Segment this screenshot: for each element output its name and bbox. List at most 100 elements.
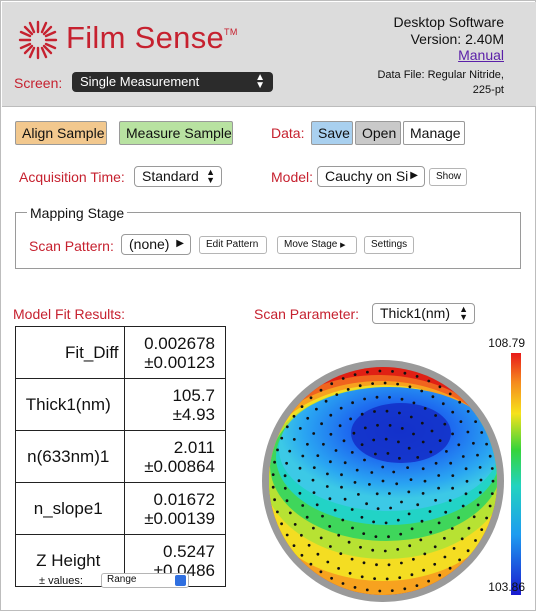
measurement-point [285, 533, 289, 537]
table-row: Fit_Diff 0.002678 ±0.00123 [14, 326, 226, 379]
measurement-point [288, 449, 292, 453]
measurement-point [374, 452, 377, 456]
measurement-point [461, 504, 465, 508]
measurement-point [429, 530, 433, 534]
result-name: Fit_Diff [14, 326, 126, 379]
measurement-point [312, 432, 316, 435]
measurement-point [448, 499, 452, 502]
measurement-point [387, 563, 391, 567]
measurement-point [384, 521, 388, 525]
measurement-point [283, 486, 287, 490]
measurement-point [340, 485, 343, 489]
measurement-point [416, 456, 420, 459]
measurement-point [363, 458, 366, 462]
measurement-point [343, 461, 347, 465]
measurement-point [420, 519, 424, 523]
model-select[interactable]: Cauchy on Si ▶ [317, 166, 425, 187]
result-name: n_slope1 [14, 482, 126, 535]
acquisition-time-select[interactable]: Standard ▲ ▼ [134, 166, 222, 187]
measurement-point [390, 589, 394, 592]
measurement-point [280, 436, 284, 440]
save-button[interactable]: Save [311, 121, 353, 145]
measurement-point [400, 397, 404, 401]
open-button[interactable]: Open [355, 121, 401, 145]
measurement-point [449, 461, 453, 465]
scan-parameter-select[interactable]: Thick1(nm) ▲ ▼ [372, 303, 475, 324]
measurement-point [283, 474, 287, 478]
measurement-point [474, 420, 477, 423]
measurement-point [273, 460, 276, 464]
measurement-point [480, 528, 484, 531]
measurement-point [400, 561, 403, 565]
pm-values-select[interactable]: Range [101, 573, 189, 588]
screen-select-value: Single Measurement [80, 74, 200, 89]
manage-button[interactable]: Manage [403, 121, 465, 145]
measurement-point [330, 382, 334, 386]
measurement-point [307, 543, 311, 547]
measurement-point [472, 441, 475, 445]
measurement-point [276, 510, 279, 514]
measurement-point [381, 479, 385, 483]
show-model-button[interactable]: Show [429, 168, 467, 186]
measurement-point [461, 455, 465, 458]
measurement-point [457, 516, 460, 520]
scan-parameter-value: Thick1(nm) [380, 305, 451, 321]
measurement-point [409, 478, 413, 481]
measurement-point [381, 465, 385, 469]
measurement-point [443, 555, 447, 559]
measurement-point [329, 545, 332, 548]
measurement-point [306, 416, 310, 420]
measurement-point [392, 470, 396, 474]
screen-label: Screen: [14, 75, 63, 91]
table-row: n_slope1 0.01672 ±0.00139 [14, 482, 226, 535]
measurement-point [474, 539, 477, 542]
measurement-point [319, 570, 323, 574]
colorbar-min-label: 103.86 [488, 580, 525, 594]
move-stage-button[interactable]: Move Stage ▶ [277, 236, 357, 254]
measurement-point [476, 453, 479, 457]
screen-select[interactable]: Single Measurement ▲ ▼ [72, 72, 273, 92]
brand-title: Film SenseTM [66, 20, 238, 55]
manual-link[interactable]: Manual [458, 47, 504, 63]
data-label: Data: [271, 125, 305, 141]
measurement-point [360, 515, 364, 519]
measurement-point [491, 479, 495, 483]
edit-pattern-button[interactable]: Edit Pattern [199, 236, 267, 254]
measurement-point [407, 446, 411, 450]
measurement-point [396, 382, 399, 386]
measurement-point [330, 576, 333, 580]
measurement-point [480, 431, 484, 434]
measurement-point [431, 395, 435, 399]
measurement-point [292, 544, 296, 547]
measure-sample-button[interactable]: Measure Sample [119, 121, 233, 145]
measurement-point [460, 537, 464, 541]
measurement-point [472, 515, 476, 519]
measurement-point [448, 566, 452, 570]
measurement-point [373, 577, 376, 580]
measurement-point [288, 511, 292, 515]
measurement-point [360, 443, 364, 446]
measurement-point [416, 503, 420, 507]
measurement-point [437, 521, 441, 525]
table-row: Thick1(nm) 105.7 ±4.93 [14, 378, 226, 431]
align-sample-button[interactable]: Align Sample [15, 121, 107, 145]
scan-pattern-select[interactable]: (none) ▶ [121, 234, 191, 255]
model-label: Model: [271, 169, 314, 185]
measurement-point [347, 540, 351, 544]
result-value: 2.011 ±0.00864 [124, 430, 226, 483]
measurement-point [329, 432, 333, 436]
measurement-point [285, 461, 288, 465]
measurement-point [365, 588, 369, 592]
measurement-point [343, 497, 347, 501]
result-value: 0.01672 ±0.00139 [124, 482, 226, 535]
measurement-point [333, 508, 337, 512]
measurement-point [419, 538, 423, 542]
results-table: Fit_Diff 0.002678 ±0.00123 Thick1(nm) 105… [14, 326, 226, 587]
settings-button[interactable]: Settings [364, 236, 414, 254]
measurement-point [465, 479, 469, 483]
wafer-thickness-map[interactable] [251, 333, 535, 609]
product-name: Desktop Software [393, 14, 505, 30]
data-file-points: 225-pt [472, 84, 504, 96]
measurement-point [368, 483, 371, 486]
measurement-point [375, 492, 379, 496]
